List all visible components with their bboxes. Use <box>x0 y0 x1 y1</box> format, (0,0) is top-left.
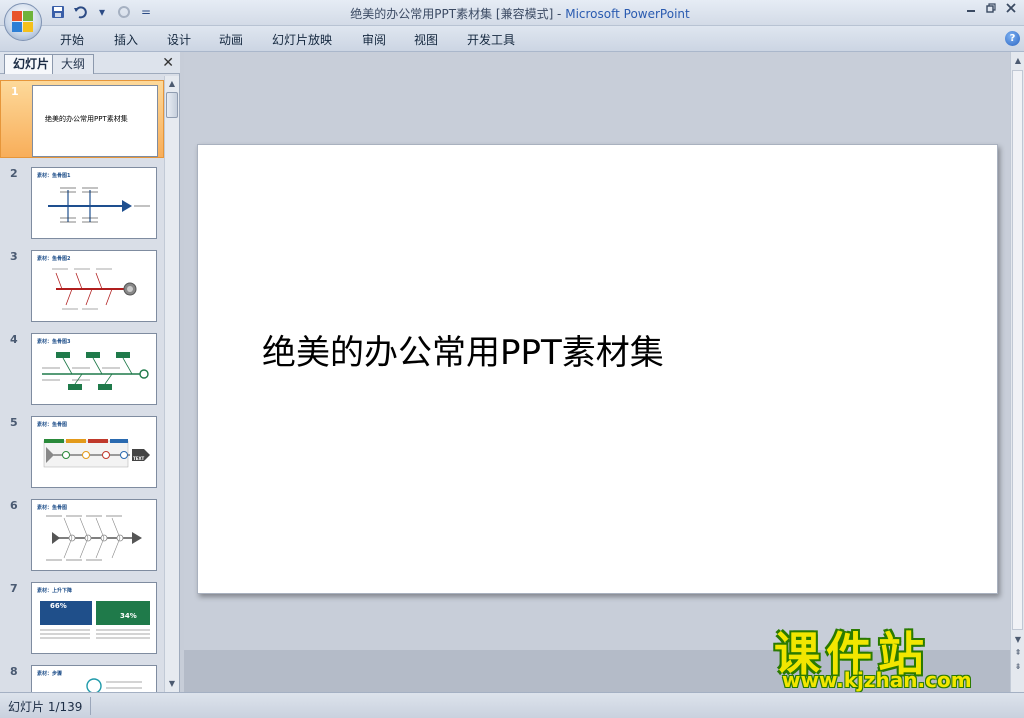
office-button[interactable] <box>4 3 42 41</box>
slide-thumbnail-8[interactable]: 8 素材：步骤 <box>0 661 164 692</box>
thumbnail-number: 5 <box>10 416 18 429</box>
editor-scrollbar[interactable]: ▲ ▼ ⇞ ⇟ <box>1010 52 1024 692</box>
tab-design[interactable]: 设计 <box>167 31 191 48</box>
thumbnail-preview: 素材：鱼骨图1 <box>31 167 157 239</box>
thumbnail-preview: 素材：鱼骨图2 <box>31 250 157 322</box>
window-title-doc: 绝美的办公常用PPT素材集 [兼容模式] - <box>350 7 566 21</box>
previous-slide-icon[interactable]: ⇞ <box>1013 648 1023 657</box>
restore-icon[interactable] <box>984 3 998 17</box>
slide-title[interactable]: 绝美的办公常用PPT素材集 <box>262 325 664 374</box>
slide-counter: 幻灯片 1/139 <box>8 700 83 714</box>
thumbnail-caption: 绝美的办公常用PPT素材集 <box>45 115 128 123</box>
tab-review[interactable]: 审阅 <box>362 31 386 48</box>
thumbnail-preview: 素材：鱼骨图 TEXT <box>31 416 157 488</box>
watermark-url: www.kjzhan.com <box>782 668 972 692</box>
thumbnail-caption: 素材：鱼骨图1 <box>37 173 71 179</box>
tab-slides[interactable]: 幻灯片 <box>4 54 59 74</box>
thumbnail-number: 3 <box>10 250 18 263</box>
undo-icon[interactable] <box>72 4 88 20</box>
scroll-down-icon[interactable]: ▼ <box>167 679 177 689</box>
tab-slideshow[interactable]: 幻灯片放映 <box>272 31 332 48</box>
slide-thumbnail-6[interactable]: 6 素材：鱼骨图 <box>0 495 164 573</box>
thumbnail-caption: 素材：步骤 <box>37 671 63 677</box>
help-icon[interactable]: ? <box>1005 31 1020 46</box>
next-slide-icon[interactable]: ⇟ <box>1013 662 1023 671</box>
panel-close-icon[interactable]: ✕ <box>162 55 174 71</box>
slide-thumbnail-4[interactable]: 4 素材：鱼骨图3 <box>0 329 164 407</box>
thumbnail-caption: 素材：鱼骨图 <box>37 505 68 511</box>
tab-outline[interactable]: 大纲 <box>52 54 95 74</box>
slide-thumbnail-1[interactable]: 1 绝美的办公常用PPT素材集 <box>0 80 164 158</box>
tab-insert[interactable]: 插入 <box>114 31 138 48</box>
watermark-logo: 课件站 www.kjzhan.com <box>774 618 1010 692</box>
scroll-up-icon[interactable]: ▲ <box>167 79 177 89</box>
slide-thumbnail-2[interactable]: 2 素材：鱼骨图1 <box>0 163 164 241</box>
window-controls <box>964 3 1018 17</box>
slide-thumbnail-7[interactable]: 7 素材：上升下降 66% 34% <box>0 578 164 656</box>
thumbnail-number: 4 <box>10 333 18 346</box>
slide-editing-area: 绝美的办公常用PPT素材集 <box>184 52 1010 692</box>
redo-icon[interactable] <box>116 4 132 20</box>
title-bar: ▾ = 绝美的办公常用PPT素材集 [兼容模式] - Microsoft Pow… <box>0 0 1024 26</box>
thumbnail-preview: 素材：鱼骨图 <box>31 499 157 571</box>
thumbnail-tag: TEXT <box>133 456 145 461</box>
close-icon[interactable] <box>1004 3 1018 17</box>
scroll-up-icon[interactable]: ▲ <box>1013 56 1023 65</box>
thumbnail-scrollbar[interactable]: ▲ ▼ <box>164 76 179 692</box>
customize-icon[interactable]: = <box>138 4 154 20</box>
thumbnail-number: 7 <box>10 582 18 595</box>
slide-thumbnail-5[interactable]: 5 素材：鱼骨图 TEXT <box>0 412 164 490</box>
minimize-icon[interactable] <box>964 3 978 17</box>
status-bar: 幻灯片 1/139 <box>0 692 1024 718</box>
office-logo-icon <box>12 11 34 33</box>
window-title: 绝美的办公常用PPT素材集 [兼容模式] - Microsoft PowerPo… <box>300 5 740 22</box>
slides-panel: 幻灯片 大纲 ✕ 1 绝美的办公常用PPT素材集 2 素材：鱼骨图1 3 素材：… <box>0 52 180 692</box>
window-title-app: Microsoft PowerPoint <box>565 7 690 21</box>
panel-tabs: 幻灯片 大纲 ✕ <box>0 52 180 74</box>
thumbnail-number: 6 <box>10 499 18 512</box>
thumbnail-number: 8 <box>10 665 18 678</box>
thumbnail-caption: 素材：鱼骨图 <box>37 422 68 428</box>
thumbnail-caption: 素材：鱼骨图3 <box>37 339 71 345</box>
tab-animation[interactable]: 动画 <box>219 31 243 48</box>
thumbnail-preview: 绝美的办公常用PPT素材集 <box>32 85 158 157</box>
thumbnail-preview: 素材：上升下降 66% 34% <box>31 582 157 654</box>
scroll-down-icon[interactable]: ▼ <box>1013 635 1023 644</box>
slide-thumbnail-3[interactable]: 3 素材：鱼骨图2 <box>0 246 164 324</box>
status-divider <box>90 697 91 715</box>
scrollbar-thumb[interactable] <box>1012 70 1023 630</box>
thumbnail-number: 2 <box>10 167 18 180</box>
thumbnail-list: 1 绝美的办公常用PPT素材集 2 素材：鱼骨图1 3 素材：鱼骨图2 4 素材… <box>0 76 164 692</box>
thumbnail-caption: 素材：鱼骨图2 <box>37 256 71 262</box>
quick-access-toolbar: ▾ = <box>50 4 154 20</box>
tab-view[interactable]: 视图 <box>414 31 438 48</box>
undo-dropdown-icon[interactable]: ▾ <box>94 4 110 20</box>
current-slide[interactable]: 绝美的办公常用PPT素材集 <box>197 144 998 594</box>
thumbnail-preview: 素材：鱼骨图3 <box>31 333 157 405</box>
thumbnail-preview: 素材：步骤 <box>31 665 157 692</box>
ribbon-tabs: 开始 插入 设计 动画 幻灯片放映 审阅 视图 开发工具 ? <box>0 26 1024 52</box>
text-lines-icon <box>40 629 150 639</box>
tab-developer[interactable]: 开发工具 <box>467 31 515 48</box>
save-icon[interactable] <box>50 4 66 20</box>
tab-home[interactable]: 开始 <box>60 31 84 48</box>
scrollbar-thumb[interactable] <box>166 92 178 118</box>
thumbnail-number: 1 <box>11 85 19 98</box>
